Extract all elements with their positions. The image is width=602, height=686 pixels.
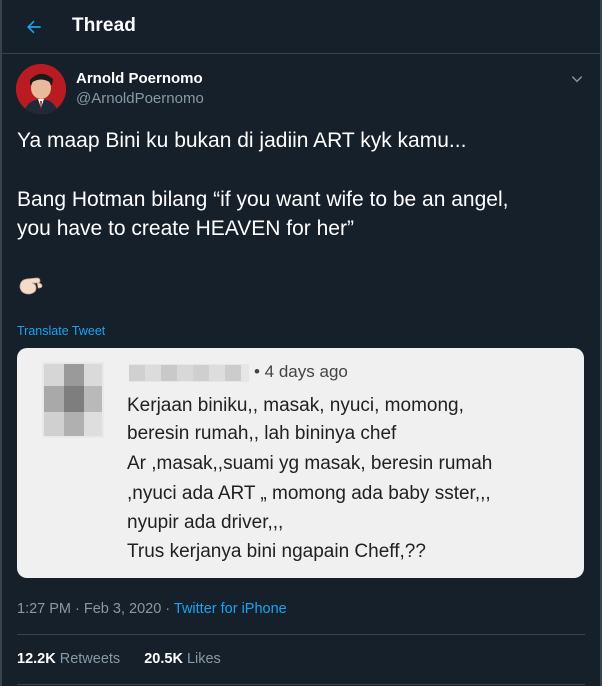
retweets-label: Retweets — [59, 651, 121, 667]
likes-label: Likes — [186, 651, 221, 667]
back-button[interactable] — [17, 10, 51, 44]
tweet-meta: 1:27 PM · Feb 3, 2020 · Twitter for iPho… — [17, 601, 287, 617]
tweet-stats: 12.2K Retweets 20.5K Likes — [17, 651, 241, 667]
retweets-count: 12.2K — [17, 651, 56, 667]
quoted-line-6: Trus kerjanya bini ngapain Cheff,?? — [127, 541, 426, 562]
quoted-screenshot[interactable]: • 4 days ago Kerjaan biniku,, masak, nyu… — [17, 348, 584, 578]
divider-bottom — [17, 684, 585, 685]
avatar[interactable] — [16, 64, 66, 114]
likes-count: 20.5K — [144, 651, 183, 667]
tweet-timestamp[interactable]: 1:27 PM · Feb 3, 2020 · — [17, 601, 174, 617]
author-handle[interactable]: @ArnoldPoernomo — [76, 90, 204, 107]
quoted-line-2: beresin rumah,, lah bininya chef — [127, 423, 397, 444]
page-title: Thread — [72, 15, 136, 36]
quoted-line-5: nyupir ada driver,,, — [127, 512, 284, 533]
tweet-text-line-3: you have to create HEAVEN for her” — [17, 217, 354, 240]
back-arrow-icon — [27, 20, 41, 34]
thread-header: Thread — [2, 0, 600, 54]
quoted-line-1: Kerjaan biniku,, masak, nyuci, momong, — [127, 395, 464, 416]
more-options-button[interactable] — [566, 68, 588, 90]
tweet-text-line-2: Bang Hotman bilang “if you want wife to … — [17, 188, 509, 211]
window-border-left — [0, 0, 2, 686]
tweet-text-line-1: Ya maap Bini ku bukan di jadiin ART kyk … — [17, 129, 467, 152]
tweet-source-link[interactable]: Twitter for iPhone — [174, 601, 287, 617]
blurred-username — [129, 364, 249, 382]
quoted-line-3: Ar ,masak,,suami yg masak, beresin rumah — [127, 453, 493, 474]
blurred-avatar — [42, 362, 104, 438]
chevron-down-icon — [571, 76, 583, 83]
retweets-stat[interactable]: 12.2K Retweets — [17, 651, 120, 667]
quoted-timestamp: • 4 days ago — [254, 362, 348, 381]
quoted-line-4: ,nyuci ada ART „ momong ada baby sster,,… — [127, 483, 491, 504]
translate-tweet-link[interactable]: Translate Tweet — [17, 324, 105, 338]
pinching-hand-emoji — [19, 277, 43, 295]
divider — [17, 634, 585, 635]
likes-stat[interactable]: 20.5K Likes — [144, 651, 221, 667]
avatar-image — [16, 64, 66, 114]
author-name[interactable]: Arnold Poernomo — [76, 70, 203, 87]
